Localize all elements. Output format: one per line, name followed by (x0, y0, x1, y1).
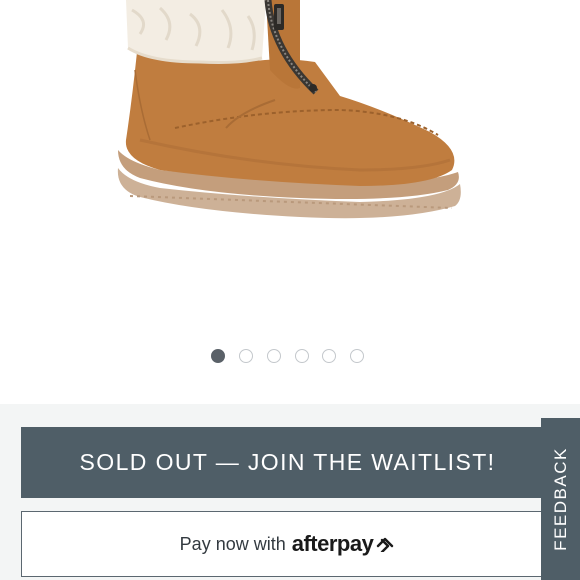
carousel-pagination (0, 349, 580, 367)
afterpay-button[interactable]: Pay now with afterpay (21, 511, 554, 577)
boot-illustration (117, 0, 461, 219)
product-image[interactable] (0, 0, 580, 330)
feedback-label: FEEDBACK (550, 447, 570, 551)
carousel-dot-4[interactable] (295, 349, 309, 363)
carousel-dot-6[interactable] (350, 349, 364, 363)
carousel-dot-3[interactable] (267, 349, 281, 363)
afterpay-logo-icon (375, 534, 395, 557)
feedback-tab[interactable]: FEEDBACK (541, 418, 580, 580)
join-waitlist-label: SOLD OUT — JOIN THE WAITLIST! (79, 449, 496, 475)
carousel-dot-5[interactable] (322, 349, 336, 363)
afterpay-brand-text: afterpay (291, 531, 374, 556)
carousel-dot-2[interactable] (239, 349, 253, 363)
carousel-dot-1[interactable] (211, 349, 225, 363)
join-waitlist-button[interactable]: SOLD OUT — JOIN THE WAITLIST! (21, 427, 554, 498)
pay-now-label: Pay now with (179, 533, 286, 554)
